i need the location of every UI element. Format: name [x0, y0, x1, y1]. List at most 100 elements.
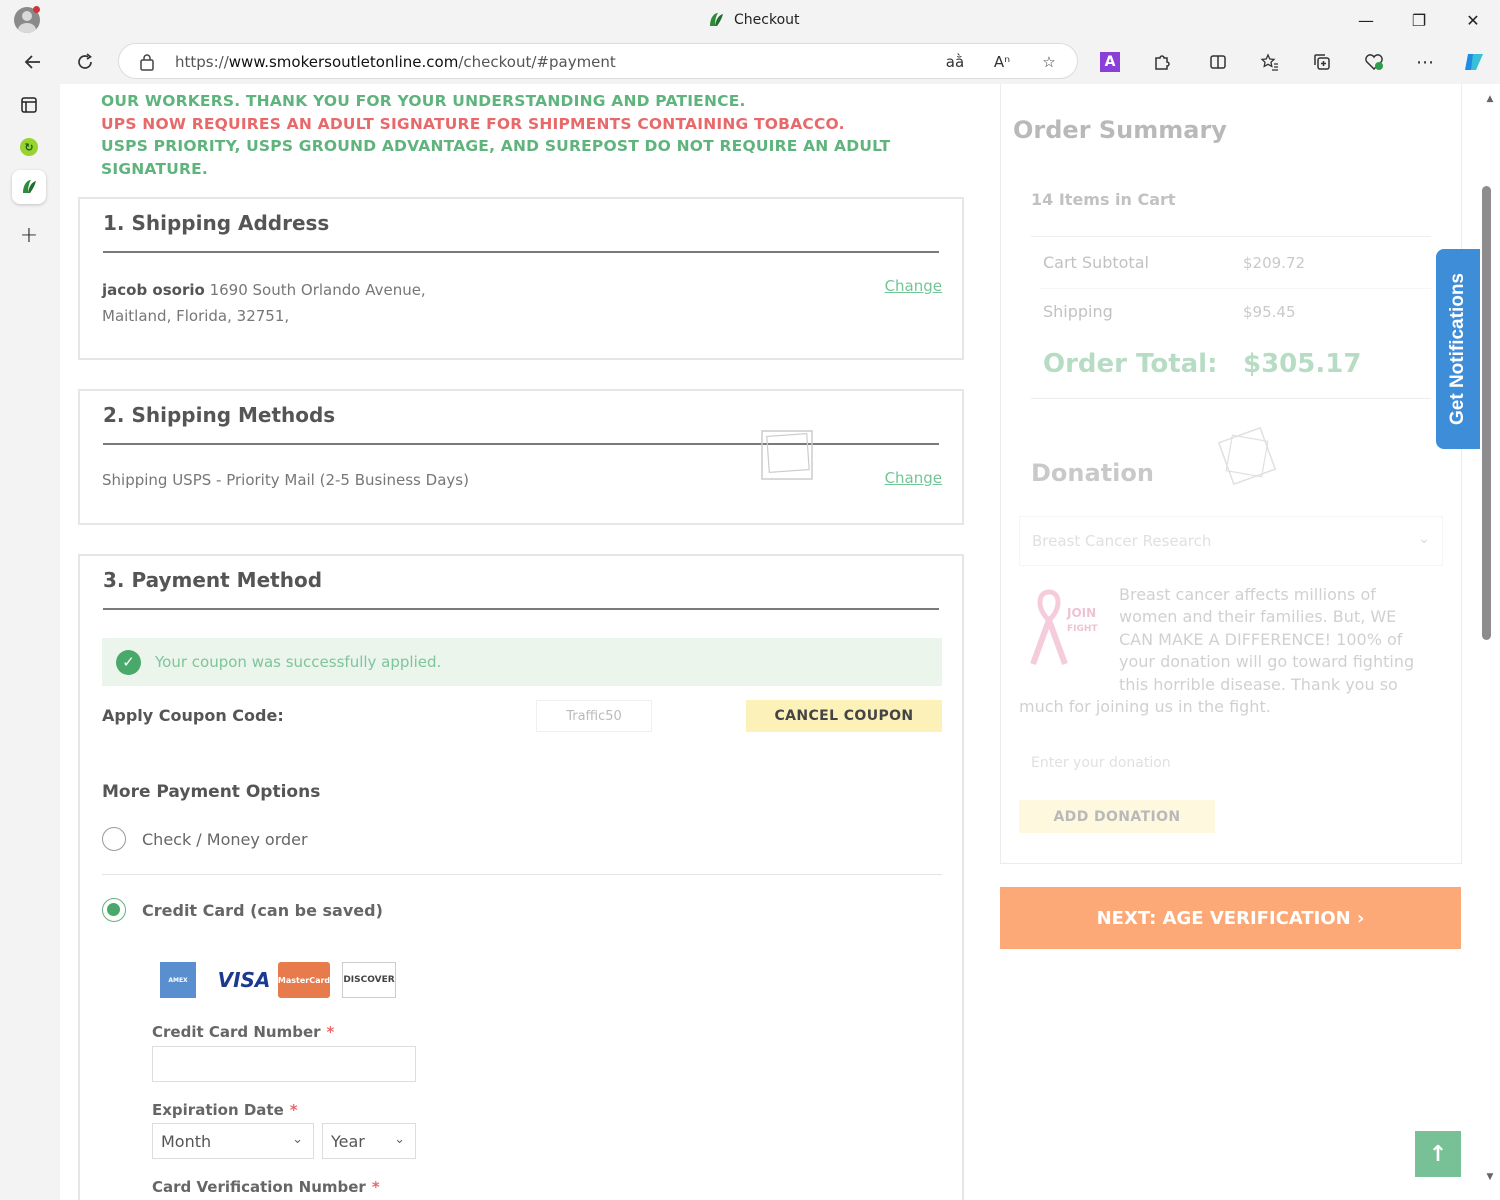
- cart-subtotal-label: Cart Subtotal: [1043, 253, 1149, 272]
- restore-button[interactable]: ❐: [1399, 6, 1439, 34]
- loading-placeholder-icon: [1217, 426, 1277, 486]
- favorites-list-icon: [1260, 53, 1278, 71]
- summary-faded-content: Order Summary 14 Items in Cart Cart Subt…: [1001, 84, 1461, 864]
- window-title: Checkout: [734, 12, 800, 28]
- visa-card-icon: VISA: [217, 968, 271, 992]
- chevron-down-icon: ⌄: [1418, 531, 1430, 547]
- new-tab-button[interactable]: +: [12, 218, 46, 252]
- plus-icon: +: [19, 222, 39, 248]
- expiration-date-label: Expiration Date *: [152, 1101, 298, 1119]
- url-text[interactable]: https://www.smokersoutletonline.com/chec…: [175, 53, 616, 71]
- donation-description-block: JOIN FIGHT Breast cancer affects millions…: [1019, 584, 1429, 718]
- donation-amount-input[interactable]: Enter your donation: [1019, 744, 1443, 784]
- section-title: 3. Payment Method: [103, 568, 323, 592]
- get-notifications-label: Get Notifications: [1447, 272, 1468, 426]
- tab-actions-button[interactable]: [12, 88, 46, 122]
- cancel-coupon-button[interactable]: CANCEL COUPON: [746, 700, 942, 732]
- required-marker: *: [371, 1178, 380, 1196]
- ribbon-caption: JOIN FIGHT: [1067, 606, 1098, 634]
- puzzle-icon: [1155, 55, 1170, 70]
- close-window-button[interactable]: ✕: [1453, 6, 1493, 34]
- section-title: 2. Shipping Methods: [103, 403, 336, 427]
- summary-divider: [1031, 398, 1431, 399]
- order-total-label: Order Total:: [1043, 349, 1218, 379]
- address-bar[interactable]: https://www.smokersoutletonline.com/chec…: [118, 43, 1078, 79]
- credit-card-label[interactable]: Credit Card (can be saved): [142, 901, 383, 920]
- expiration-month-select[interactable]: Month ⌄: [152, 1123, 314, 1159]
- customer-name: jacob osorio: [102, 281, 205, 299]
- donation-title: Donation: [1031, 459, 1154, 487]
- order-summary-panel: Order Summary 14 Items in Cart Cart Subt…: [1000, 84, 1462, 864]
- card-verification-label: Card Verification Number *: [152, 1178, 380, 1196]
- summary-divider: [1039, 288, 1431, 289]
- arrow-up-icon: ↑: [1428, 1141, 1448, 1167]
- browser-sidebar: ↻ +: [0, 84, 58, 1200]
- options-divider: [102, 874, 942, 875]
- check-money-order-label[interactable]: Check / Money order: [142, 830, 308, 849]
- next-age-verification-button[interactable]: NEXT: AGE VERIFICATION ›: [1000, 887, 1461, 949]
- chevron-down-icon: ⌄: [394, 1132, 405, 1147]
- shipping-label: Shipping: [1043, 302, 1113, 321]
- required-marker: *: [326, 1023, 335, 1041]
- window-title-group: Checkout: [706, 10, 800, 30]
- scroll-up-arrow-icon[interactable]: ▲: [1485, 94, 1495, 104]
- collections-button[interactable]: [1306, 46, 1338, 78]
- site-favicon-icon: [23, 180, 36, 193]
- scroll-to-top-button[interactable]: ↑: [1415, 1131, 1461, 1177]
- sidebar-app-icon: ↻: [20, 138, 38, 156]
- browser-essentials-button[interactable]: [1358, 46, 1390, 78]
- coupon-code-input[interactable]: Traffic50: [536, 700, 652, 732]
- mastercard-card-icon: MasterCard: [278, 962, 330, 998]
- order-summary-title: Order Summary: [1013, 116, 1227, 144]
- donation-cause-value: Breast Cancer Research: [1032, 532, 1212, 550]
- extension-a-button[interactable]: A: [1094, 46, 1126, 78]
- coupon-label: Apply Coupon Code:: [102, 706, 284, 725]
- back-button[interactable]: [17, 46, 49, 78]
- scrollbar-thumb[interactable]: [1482, 186, 1491, 640]
- split-screen-button[interactable]: [1202, 46, 1234, 78]
- sidebar-app-tab[interactable]: ↻: [12, 130, 46, 164]
- sidebar-active-tab[interactable]: [12, 170, 46, 204]
- success-text: Your coupon was successfully applied.: [155, 653, 442, 671]
- copilot-icon: [1465, 54, 1483, 70]
- lock-icon[interactable]: [139, 53, 155, 71]
- payment-method-panel: 3. Payment Method ✓ Your coupon was succ…: [78, 554, 964, 1200]
- card-logos: AMEX VISA MasterCard DISCOVER: [158, 962, 400, 1002]
- shipping-methods-panel: 2. Shipping Methods Shipping USPS - Prio…: [78, 389, 964, 525]
- credit-card-number-label: Credit Card Number *: [152, 1023, 335, 1041]
- change-address-link[interactable]: Change: [885, 277, 942, 295]
- address-line-2: Maitland, Florida, 32751,: [102, 307, 290, 325]
- refresh-button[interactable]: [69, 46, 101, 78]
- heart-pulse-icon: [1365, 54, 1383, 71]
- favorite-star-icon[interactable]: ☆: [1037, 50, 1061, 74]
- get-notifications-tab[interactable]: Get Notifications: [1436, 249, 1480, 449]
- checkout-page: OUR WORKERS. THANK YOU FOR YOUR UNDERSTA…: [60, 84, 1480, 1200]
- shipping-value: $95.45: [1243, 303, 1296, 321]
- address-block: jacob osorio 1690 South Orlando Avenue, …: [102, 277, 426, 329]
- expiration-year-select[interactable]: Year ⌄: [322, 1123, 416, 1159]
- read-aloud-icon[interactable]: Aⁿ: [990, 50, 1014, 74]
- credit-card-number-input[interactable]: [152, 1046, 416, 1082]
- translate-icon[interactable]: aằ: [943, 50, 967, 74]
- shipping-address-panel: 1. Shipping Address jacob osorio 1690 So…: [78, 197, 964, 360]
- credit-card-radio[interactable]: [102, 898, 126, 922]
- check-money-order-radio[interactable]: [102, 827, 126, 851]
- items-in-cart[interactable]: 14 Items in Cart: [1031, 190, 1176, 209]
- donation-cause-select[interactable]: Breast Cancer Research ⌄: [1019, 516, 1443, 566]
- extensions-button[interactable]: [1146, 46, 1178, 78]
- copilot-button[interactable]: [1458, 46, 1490, 78]
- refresh-icon: [78, 53, 92, 69]
- back-arrow-icon: [24, 55, 40, 69]
- favorites-button[interactable]: [1254, 46, 1286, 78]
- notice-line-3: USPS PRIORITY, USPS GROUND ADVANTAGE, AN…: [101, 137, 891, 178]
- page-scrollbar[interactable]: ▲ ▼: [1480, 84, 1500, 1200]
- more-menu-button[interactable]: ⋯: [1409, 46, 1441, 78]
- change-shipping-link[interactable]: Change: [885, 469, 942, 487]
- scroll-down-arrow-icon[interactable]: ▼: [1485, 1172, 1495, 1182]
- add-donation-button[interactable]: ADD DONATION: [1019, 800, 1215, 833]
- pink-ribbon-image: JOIN FIGHT: [1019, 584, 1107, 674]
- address-line-1: 1690 South Orlando Avenue,: [209, 281, 426, 299]
- split-screen-icon: [1210, 55, 1226, 69]
- minimize-button[interactable]: —: [1346, 6, 1386, 34]
- tab-actions-icon: [21, 97, 37, 113]
